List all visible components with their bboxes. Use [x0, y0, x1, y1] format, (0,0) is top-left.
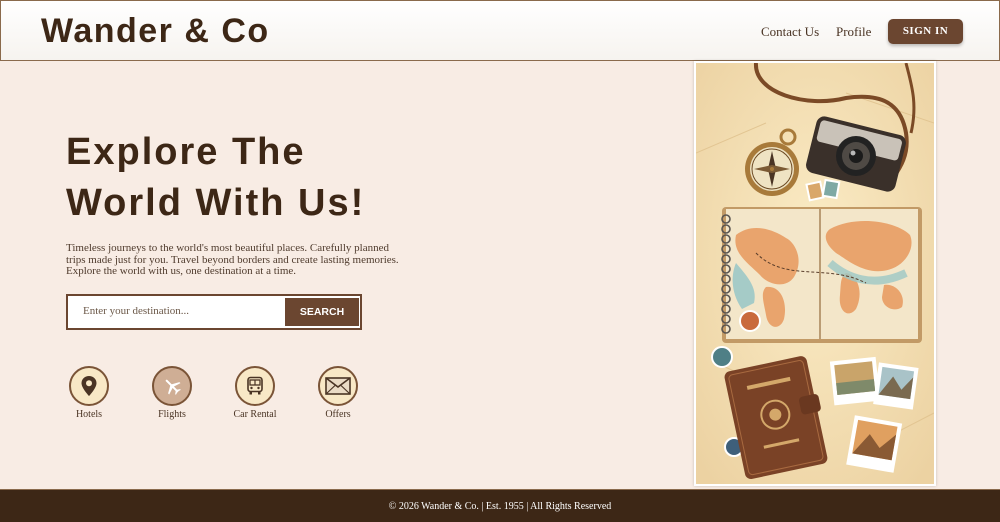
envelope-icon [318, 366, 358, 406]
bus-icon [235, 366, 275, 406]
site-footer: © 2026 Wander & Co. | Est. 1955 | All Ri… [0, 489, 1000, 522]
hero-title-line-1: Explore The [66, 131, 306, 173]
category-label-hotels: Hotels [75, 409, 103, 420]
hero-title: Explore The World With Us! [66, 127, 426, 229]
category-label-car-rental: Car Rental [233, 409, 277, 420]
category-hotels[interactable]: Hotels [59, 366, 119, 420]
location-pin-icon [69, 366, 109, 406]
airplane-icon [152, 366, 192, 406]
hero-title-line-2: World With Us! [66, 182, 366, 224]
nav-contact-us[interactable]: Contact Us [761, 24, 819, 40]
category-offers[interactable]: Offers [308, 366, 368, 420]
category-car-rental[interactable]: Car Rental [225, 366, 285, 420]
hero-travel-image [694, 61, 936, 486]
category-label-flights: Flights [158, 409, 186, 420]
footer-text: © 2026 Wander & Co. | Est. 1955 | All Ri… [388, 501, 612, 512]
site-header: Wander & Co Contact Us Profile SIGN IN [0, 0, 1000, 61]
site-logo[interactable]: Wander & Co [41, 12, 270, 51]
search-button[interactable]: SEARCH [285, 298, 359, 326]
destination-search-form: SEARCH [66, 294, 362, 330]
sign-in-button[interactable]: SIGN IN [888, 19, 963, 44]
hero-description: Timeless journeys to the world's most be… [66, 242, 399, 277]
category-flights[interactable]: Flights [142, 366, 202, 420]
nav-profile[interactable]: Profile [836, 24, 871, 40]
destination-search-input[interactable] [83, 305, 283, 317]
category-label-offers: Offers [325, 409, 351, 420]
